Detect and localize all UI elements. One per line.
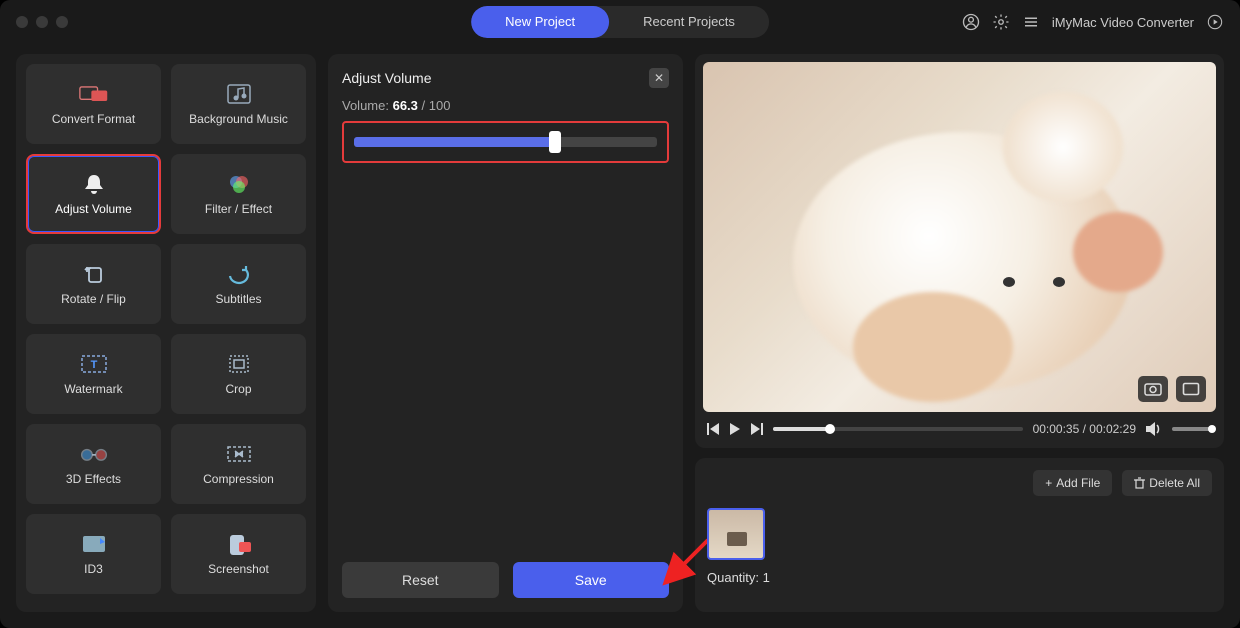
volume-value: 66.3 <box>393 98 418 113</box>
panel-title: Adjust Volume <box>342 70 432 86</box>
volume-prefix: Volume: <box>342 98 393 113</box>
delete-all-button[interactable]: Delete All <box>1122 470 1212 496</box>
reset-button[interactable]: Reset <box>342 562 499 598</box>
tool-compression[interactable]: Compression <box>171 424 306 504</box>
tool-label: Filter / Effect <box>205 202 272 216</box>
tool-label: 3D Effects <box>66 472 121 486</box>
window-controls <box>16 16 68 28</box>
rotate-icon <box>79 262 109 286</box>
tool-rotate-flip[interactable]: Rotate / Flip <box>26 244 161 324</box>
music-icon <box>224 82 254 106</box>
tool-subtitles[interactable]: Subtitles <box>171 244 306 324</box>
add-file-button[interactable]: + Add File <box>1033 470 1112 496</box>
file-thumbnail[interactable] <box>707 508 765 560</box>
volume-icon[interactable] <box>1146 422 1162 436</box>
project-tabs: New Project Recent Projects <box>471 6 769 38</box>
snapshot-button[interactable] <box>1138 376 1168 402</box>
tool-filter-effect[interactable]: Filter / Effect <box>171 154 306 234</box>
tool-sidebar: Convert Format Background Music Adjust V… <box>16 54 316 612</box>
volume-suffix: / 100 <box>418 98 451 113</box>
quantity-readout: Quantity: 1 <box>707 570 1212 585</box>
app-window: New Project Recent Projects iMyMac Video… <box>0 0 1240 628</box>
slider-fill <box>354 137 555 147</box>
plus-icon: + <box>1045 476 1052 490</box>
tab-recent-projects[interactable]: Recent Projects <box>609 6 769 38</box>
player-volume-slider[interactable] <box>1172 427 1212 431</box>
tool-label: Screenshot <box>208 562 269 576</box>
delete-all-label: Delete All <box>1149 476 1200 490</box>
minimize-window-icon[interactable] <box>36 16 48 28</box>
trash-icon <box>1134 477 1145 489</box>
account-icon[interactable] <box>962 13 980 31</box>
tool-background-music[interactable]: Background Music <box>171 64 306 144</box>
watermark-icon: T <box>79 352 109 376</box>
tool-id3[interactable]: ID3 <box>26 514 161 594</box>
subtitles-icon <box>224 262 254 286</box>
save-button[interactable]: Save <box>513 562 670 598</box>
progress-fill <box>773 427 830 431</box>
tool-label: Adjust Volume <box>55 202 132 216</box>
right-column: 00:00:35 / 00:02:29 + Add File Delete All… <box>695 54 1224 612</box>
compression-icon <box>224 442 254 466</box>
tool-crop[interactable]: Crop <box>171 334 306 414</box>
tool-label: Watermark <box>64 382 122 396</box>
player-controls: 00:00:35 / 00:02:29 <box>703 412 1216 440</box>
progress-handle[interactable] <box>825 424 835 434</box>
tool-label: Compression <box>203 472 274 486</box>
adjust-volume-panel: Adjust Volume ✕ Volume: 66.3 / 100 Reset… <box>328 54 683 612</box>
tool-3d-effects[interactable]: 3D Effects <box>26 424 161 504</box>
titlebar-right: iMyMac Video Converter <box>962 13 1224 31</box>
convert-icon <box>79 82 109 106</box>
tool-adjust-volume[interactable]: Adjust Volume <box>26 154 161 234</box>
tool-label: Convert Format <box>52 112 135 126</box>
main-content: Convert Format Background Music Adjust V… <box>0 44 1240 628</box>
tool-label: Crop <box>225 382 251 396</box>
thumbnail-list <box>707 508 1212 560</box>
video-preview-panel: 00:00:35 / 00:02:29 <box>695 54 1224 448</box>
tool-label: ID3 <box>84 562 103 576</box>
volume-slider-highlight <box>342 121 669 163</box>
id3-icon <box>79 532 109 556</box>
tool-label: Subtitles <box>215 292 261 306</box>
svg-text:T: T <box>90 359 97 371</box>
app-title: iMyMac Video Converter <box>1052 15 1194 30</box>
settings-icon[interactable] <box>992 13 1010 31</box>
tool-label: Rotate / Flip <box>61 292 126 306</box>
panel-footer: Reset Save <box>342 562 669 598</box>
next-button[interactable] <box>749 423 763 435</box>
crop-icon <box>224 352 254 376</box>
tool-label: Background Music <box>189 112 288 126</box>
time-display: 00:00:35 / 00:02:29 <box>1033 422 1136 436</box>
file-strip: + Add File Delete All Quantity: 1 <box>695 458 1224 612</box>
tool-watermark[interactable]: T Watermark <box>26 334 161 414</box>
tool-screenshot[interactable]: Screenshot <box>171 514 306 594</box>
volume-slider[interactable] <box>354 137 657 147</box>
add-file-label: Add File <box>1056 476 1100 490</box>
slider-thumb[interactable] <box>549 131 561 153</box>
tab-new-project[interactable]: New Project <box>471 6 609 38</box>
close-button[interactable]: ✕ <box>649 68 669 88</box>
video-canvas[interactable] <box>703 62 1216 412</box>
titlebar: New Project Recent Projects iMyMac Video… <box>0 0 1240 44</box>
progress-bar[interactable] <box>773 427 1023 431</box>
menu-icon[interactable] <box>1022 13 1040 31</box>
filter-icon <box>224 172 254 196</box>
tool-convert-format[interactable]: Convert Format <box>26 64 161 144</box>
screenshot-icon <box>224 532 254 556</box>
bell-icon <box>79 172 109 196</box>
volume-readout: Volume: 66.3 / 100 <box>342 98 669 113</box>
play-button[interactable] <box>729 423 741 435</box>
quantity-label: Quantity: <box>707 570 763 585</box>
close-window-icon[interactable] <box>16 16 28 28</box>
prev-button[interactable] <box>707 423 721 435</box>
fullscreen-button[interactable] <box>1176 376 1206 402</box>
quantity-value: 1 <box>763 570 770 585</box>
glasses-icon <box>79 442 109 466</box>
play-badge-icon <box>1206 13 1224 31</box>
maximize-window-icon[interactable] <box>56 16 68 28</box>
